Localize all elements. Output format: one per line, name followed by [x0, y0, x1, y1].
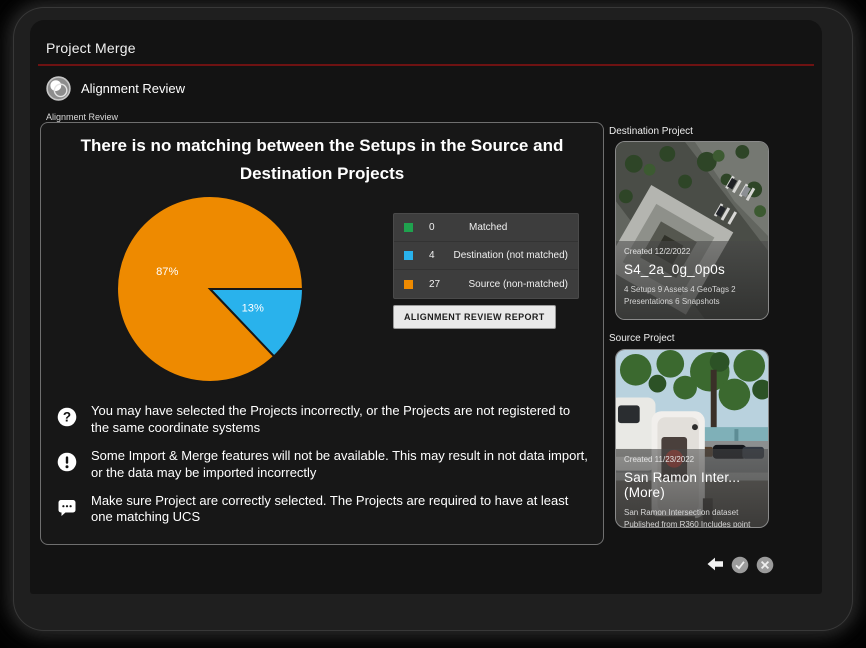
- cancel-x-icon[interactable]: [756, 556, 774, 574]
- pie-percent-label: 87%: [156, 266, 178, 278]
- legend-row-source: 27 Source (non-matched): [394, 270, 578, 298]
- section-header: Alignment Review: [46, 76, 185, 101]
- destination-count: 4: [429, 250, 441, 261]
- setups-pie-chart: 13% 87%: [114, 193, 306, 385]
- notice-text: Make sure Project are correctly selected…: [91, 493, 591, 527]
- source-card-overlay: Created 11/23/2022 San Ramon Inter... (M…: [616, 449, 768, 527]
- source-project-card[interactable]: Created 11/23/2022 San Ramon Inter... (M…: [615, 349, 769, 528]
- notice-text: You may have selected the Projects incor…: [91, 403, 591, 437]
- source-count: 27: [429, 279, 457, 290]
- comment-icon: [57, 497, 77, 517]
- matched-count: 0: [429, 222, 457, 233]
- source-name: San Ramon Inter... (More): [624, 470, 760, 500]
- title-divider: [38, 64, 814, 66]
- legend-row-matched: 0 Matched: [394, 214, 578, 242]
- legend-row-destination: 4 Destination (not matched): [394, 242, 578, 270]
- dialog-content: Project Merge Alignment Review Alignment…: [30, 20, 822, 594]
- confirm-check-icon[interactable]: [731, 556, 749, 574]
- alignment-review-icon: [46, 76, 71, 101]
- back-arrow-icon[interactable]: [706, 556, 724, 574]
- alignment-review-panel: There is no matching between the Setups …: [40, 122, 604, 545]
- notice-row: Make sure Project are correctly selected…: [55, 493, 591, 527]
- notice-row: Some Import & Merge features will not be…: [55, 448, 591, 482]
- source-color-chip: [404, 280, 413, 289]
- source-project-label: Source Project: [609, 333, 675, 344]
- exclamation-icon: [57, 452, 77, 472]
- project-merge-dialog: Project Merge Alignment Review Alignment…: [14, 8, 852, 630]
- footer-actions: [706, 556, 774, 574]
- dialog-title: Project Merge: [46, 40, 136, 56]
- notice-text: Some Import & Merge features will not be…: [91, 448, 591, 482]
- notice-row: ? You may have selected the Projects inc…: [55, 403, 591, 437]
- alignment-review-field-label: Alignment Review: [46, 112, 118, 122]
- notices-list: ? You may have selected the Projects inc…: [55, 403, 591, 537]
- destination-details: 4 Setups 9 Assets 4 GeoTags 2 Presentati…: [624, 284, 760, 309]
- svg-text:?: ?: [63, 410, 71, 425]
- pie-legend: 0 Matched 4 Destination (not matched) 27…: [393, 213, 579, 299]
- destination-created: Created 12/2/2022: [624, 247, 760, 256]
- source-created: Created 11/23/2022: [624, 455, 760, 464]
- source-details: San Ramon Intersection dataset Published…: [624, 507, 760, 528]
- matched-color-chip: [404, 223, 413, 232]
- review-headline: There is no matching between the Setups …: [57, 132, 587, 188]
- destination-project-label: Destination Project: [609, 126, 693, 137]
- destination-project-card[interactable]: Created 12/2/2022 S4_2a_0g_0p0s 4 Setups…: [615, 141, 769, 320]
- destination-color-chip: [404, 251, 413, 260]
- destination-name: S4_2a_0g_0p0s: [624, 262, 760, 277]
- source-label: Source (non-matched): [469, 279, 569, 290]
- destination-label: Destination (not matched): [453, 250, 568, 261]
- pie-percent-label: 13%: [242, 302, 264, 314]
- matched-label: Matched: [469, 222, 507, 233]
- section-title: Alignment Review: [81, 81, 185, 96]
- question-icon: ?: [57, 407, 77, 427]
- alignment-review-report-button[interactable]: ALIGNMENT REVIEW REPORT: [393, 305, 556, 329]
- destination-card-overlay: Created 12/2/2022 S4_2a_0g_0p0s 4 Setups…: [616, 241, 768, 319]
